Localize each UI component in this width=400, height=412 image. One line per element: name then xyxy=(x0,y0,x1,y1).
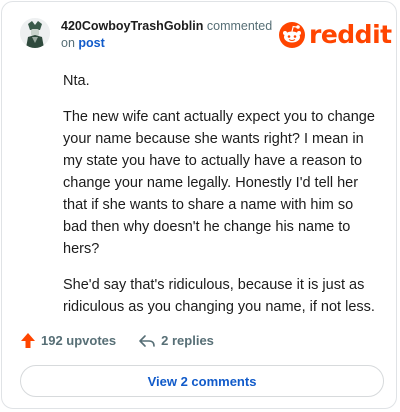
reddit-snoo-icon xyxy=(279,22,305,48)
comment-body: Nta. The new wife cant actually expect y… xyxy=(63,70,381,332)
comment-card: 420CowboyTrashGoblin commented on post r… xyxy=(1,1,397,409)
view-comments-button[interactable]: View 2 comments xyxy=(20,365,384,397)
upvote-button[interactable]: 192 upvotes xyxy=(20,332,116,349)
on-label: on xyxy=(61,36,75,50)
username[interactable]: 420CowboyTrashGoblin xyxy=(61,19,203,33)
comment-actions: 192 upvotes 2 replies xyxy=(20,332,214,349)
post-link[interactable]: post xyxy=(78,36,104,50)
reply-count: 2 replies xyxy=(161,333,214,348)
comment-header: 420CowboyTrashGoblin commented on post xyxy=(61,18,276,52)
upvote-arrow-icon xyxy=(21,333,35,348)
replies-button[interactable]: 2 replies xyxy=(138,333,214,349)
avatar[interactable] xyxy=(20,18,50,48)
comment-paragraph: Nta. xyxy=(63,73,90,89)
reply-arrow-icon xyxy=(139,334,155,347)
comment-paragraph: She'd say that's ridiculous, because it … xyxy=(63,277,375,315)
commented-label: commented xyxy=(206,19,273,33)
upvote-count: 192 upvotes xyxy=(41,333,117,348)
comment-paragraph: The new wife cant actually expect you to… xyxy=(63,109,375,257)
reddit-wordmark: reddit xyxy=(309,20,392,49)
reddit-logo[interactable]: reddit xyxy=(279,21,392,49)
